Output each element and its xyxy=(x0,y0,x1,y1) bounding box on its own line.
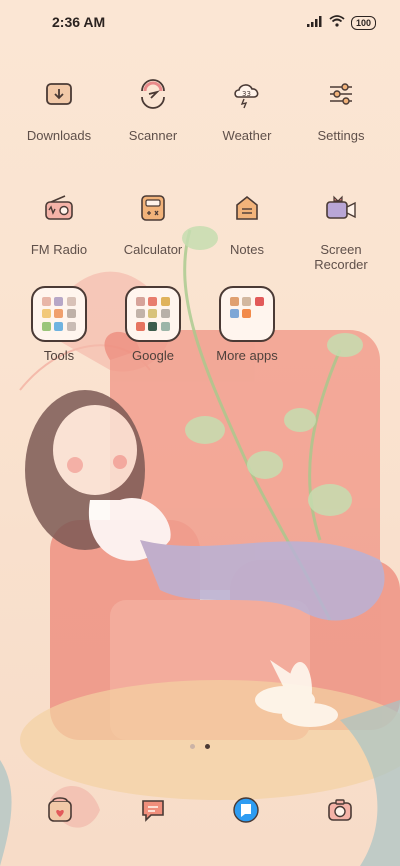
wifi-icon xyxy=(329,14,345,32)
status-icons: 100 xyxy=(306,14,376,32)
weather-icon: 33 xyxy=(223,70,271,118)
messages-icon xyxy=(139,795,169,830)
app-calculator[interactable]: Calculator xyxy=(106,184,200,257)
app-settings[interactable]: Settings xyxy=(294,70,388,143)
folder-icon xyxy=(219,286,275,342)
dock-phone[interactable] xyxy=(44,796,76,828)
app-label: Calculator xyxy=(123,242,183,257)
folder-label: Google xyxy=(132,348,174,363)
app-weather[interactable]: 33 Weather xyxy=(200,70,294,143)
page-dot-active[interactable] xyxy=(205,744,210,749)
weather-temp: 33 xyxy=(242,90,251,98)
dock-messages[interactable] xyxy=(138,796,170,828)
folder-label: Tools xyxy=(43,348,75,363)
app-label: Screen Recorder xyxy=(314,242,368,272)
folder-icon xyxy=(31,286,87,342)
camera-icon xyxy=(325,795,355,830)
status-bar: 2:36 AM 100 xyxy=(0,0,400,44)
browser-icon xyxy=(231,795,261,830)
notes-icon xyxy=(223,184,271,232)
clock: 2:36 AM xyxy=(52,14,106,30)
app-downloads[interactable]: Downloads xyxy=(12,70,106,143)
app-label: FM Radio xyxy=(30,242,88,257)
folder-tools[interactable]: Tools xyxy=(12,286,106,363)
folder-icon xyxy=(125,286,181,342)
scanner-icon xyxy=(129,70,177,118)
battery-indicator: 100 xyxy=(350,16,376,30)
dock-browser[interactable] xyxy=(230,796,262,828)
app-label: Weather xyxy=(222,128,272,143)
downloads-icon xyxy=(35,70,83,118)
app-label: Downloads xyxy=(26,128,92,143)
folder-more-apps[interactable]: More apps xyxy=(200,286,294,363)
app-notes[interactable]: Notes xyxy=(200,184,294,257)
app-screen-recorder[interactable]: Screen Recorder xyxy=(294,184,388,272)
radio-icon xyxy=(35,184,83,232)
app-scanner[interactable]: Scanner xyxy=(106,70,200,143)
dock-camera[interactable] xyxy=(324,796,356,828)
page-indicator xyxy=(0,744,400,749)
folder-label: More apps xyxy=(216,348,278,363)
phone-icon xyxy=(45,795,75,830)
screen-recorder-icon xyxy=(317,184,365,232)
app-fm-radio[interactable]: FM Radio xyxy=(12,184,106,257)
signal-icon xyxy=(306,14,323,32)
folder-google[interactable]: Google xyxy=(106,286,200,363)
app-label: Settings xyxy=(317,128,365,143)
dock xyxy=(0,796,400,836)
page-dot[interactable] xyxy=(190,744,195,749)
settings-icon xyxy=(317,70,365,118)
calculator-icon xyxy=(129,184,177,232)
app-label: Notes xyxy=(230,242,264,257)
app-label: Scanner xyxy=(128,128,178,143)
